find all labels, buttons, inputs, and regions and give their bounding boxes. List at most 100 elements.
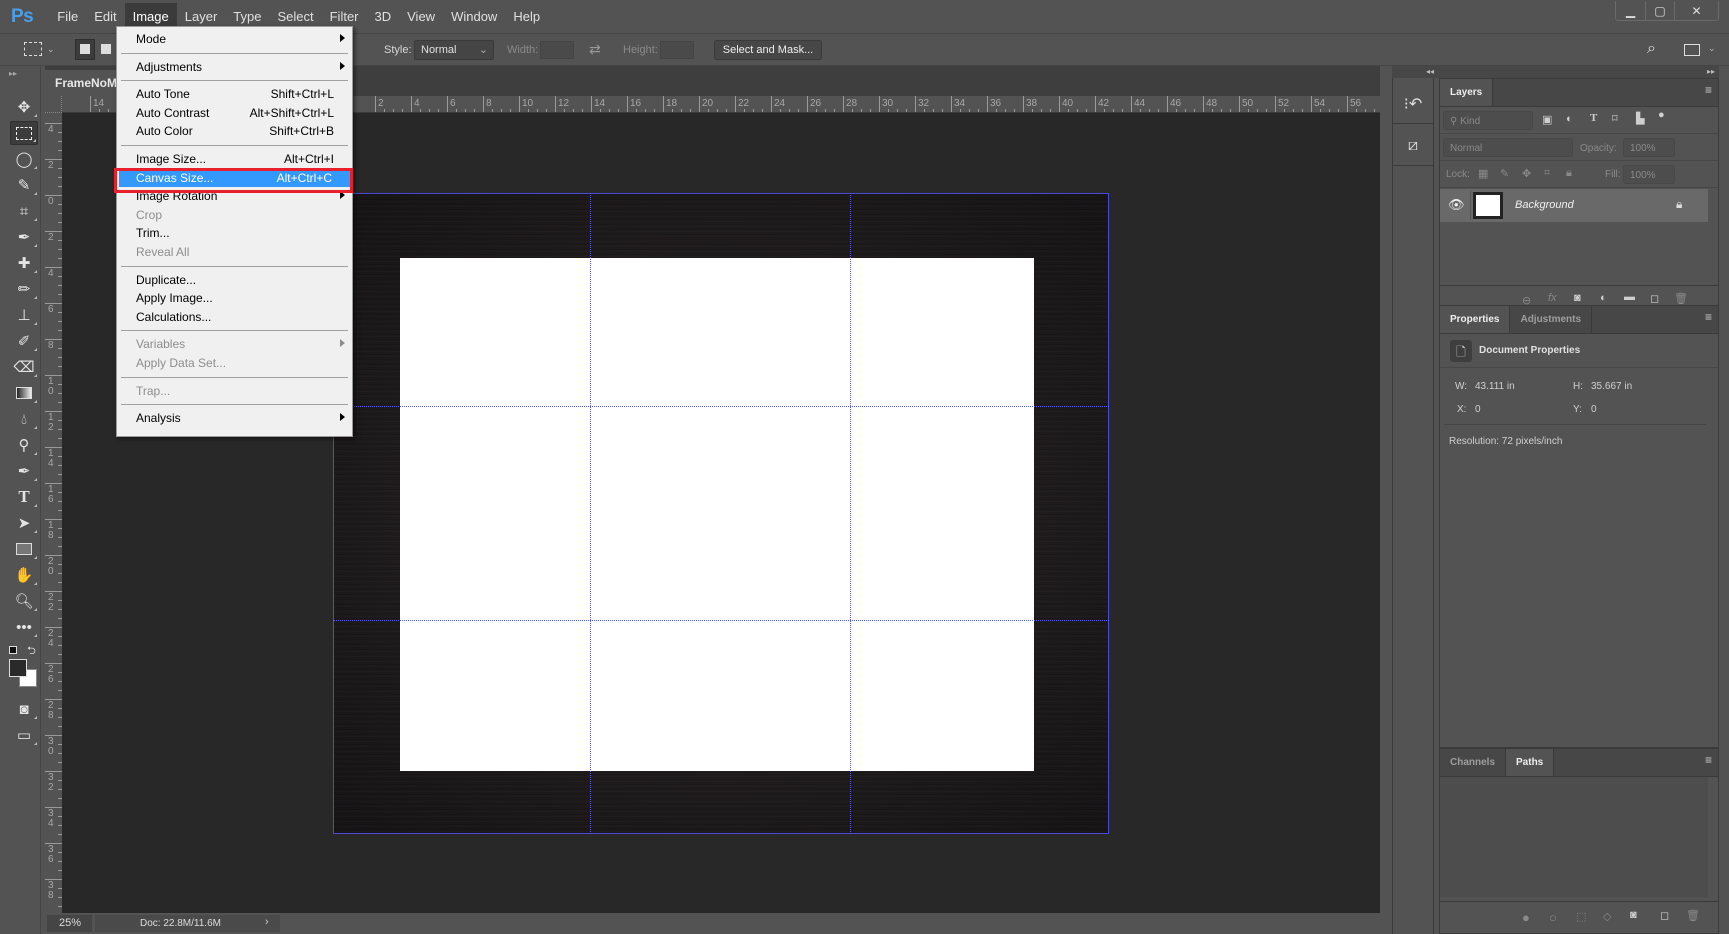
menu-item-adjustments[interactable]: Adjustments: [117, 58, 352, 76]
chevron-down-icon[interactable]: ⌄: [1708, 43, 1716, 54]
vertical-guide[interactable]: [850, 193, 851, 834]
menu-item-trap[interactable]: Trap...: [117, 382, 352, 400]
filter-toggle[interactable]: ●: [1658, 109, 1665, 121]
menu-item-mode[interactable]: Mode: [117, 30, 352, 48]
eraser-tool[interactable]: ⌫: [10, 355, 38, 379]
lock-position-icon[interactable]: ✥: [1522, 167, 1531, 180]
menu-item-reveal-all[interactable]: Reveal All: [117, 243, 352, 261]
tab-channels[interactable]: Channels: [1440, 749, 1507, 776]
select-and-mask-button[interactable]: Select and Mask...: [714, 40, 822, 60]
menu-item-auto-tone[interactable]: Auto Tone Shift+Ctrl+L: [117, 85, 352, 103]
fill-path-icon[interactable]: ●: [1522, 910, 1530, 925]
expand-icon[interactable]: ▸▸: [9, 69, 17, 78]
ruler-origin[interactable]: [45, 96, 62, 113]
rectangle-tool[interactable]: [10, 537, 38, 561]
path-selection-tool[interactable]: ➤: [10, 511, 38, 535]
crop-tool[interactable]: ⌗: [10, 199, 38, 223]
history-brush-tool[interactable]: ✐: [10, 329, 38, 353]
minimize-button[interactable]: ▁: [1616, 1, 1645, 20]
y-value[interactable]: 0: [1591, 404, 1597, 415]
workspace-icon[interactable]: [1684, 44, 1700, 56]
new-group-icon[interactable]: ▬: [1624, 291, 1635, 303]
document-tab[interactable]: FrameNoMat: [45, 70, 117, 96]
vertical-ruler[interactable]: 4 2 0 2 4 6 8 10 12 14 16 18 20 22 24 26 28 30 32 34 36 38: [45, 113, 62, 913]
lasso-tool[interactable]: ◯: [10, 147, 38, 171]
menu-item-analysis[interactable]: Analysis: [117, 409, 352, 427]
menu-item-variables[interactable]: Variables: [117, 335, 352, 353]
add-mask-icon[interactable]: ◙: [1630, 909, 1637, 921]
marquee-tool-preset-icon[interactable]: [24, 42, 42, 56]
panel-menu-icon[interactable]: ≡: [1705, 84, 1712, 96]
shape-filter-icon[interactable]: ⌑: [1612, 112, 1618, 125]
search-icon[interactable]: ⌕: [1647, 40, 1656, 58]
clone-stamp-tool[interactable]: ⊥: [10, 303, 38, 327]
blend-mode-select[interactable]: Normal: [1443, 138, 1573, 157]
lock-artboard-icon[interactable]: ⌗: [1544, 167, 1550, 180]
hand-tool[interactable]: ✋: [10, 563, 38, 587]
maximize-button[interactable]: ▢: [1645, 1, 1674, 20]
screen-mode-button[interactable]: ▭: [10, 723, 38, 747]
chevron-right-icon[interactable]: ›: [265, 916, 269, 928]
panel-menu-icon[interactable]: ≡: [1705, 754, 1712, 766]
adjustment-filter-icon[interactable]: ◐: [1566, 113, 1573, 125]
dodge-tool[interactable]: ⚲: [10, 433, 38, 457]
menu-item-image-size[interactable]: Image Size... Alt+Ctrl+I: [117, 150, 352, 168]
smart-object-filter-icon[interactable]: ▙: [1636, 112, 1644, 125]
opacity-input[interactable]: 100%: [1623, 138, 1675, 157]
lock-transparent-icon[interactable]: ▦: [1478, 167, 1488, 180]
horizontal-guide[interactable]: [333, 620, 1109, 621]
tab-properties[interactable]: Properties: [1440, 306, 1511, 333]
height-value[interactable]: 35.667 in: [1591, 381, 1632, 392]
menu-view[interactable]: View: [399, 3, 443, 30]
x-value[interactable]: 0: [1475, 404, 1481, 415]
type-tool[interactable]: T: [10, 485, 38, 509]
menu-item-apply-data-set[interactable]: Apply Data Set...: [117, 354, 352, 372]
foreground-color-swatch[interactable]: [9, 659, 27, 677]
lock-image-icon[interactable]: ✎: [1500, 167, 1509, 180]
document-info[interactable]: Doc: 22.8M/11.6M: [95, 915, 280, 932]
add-selection-icon[interactable]: [101, 44, 111, 54]
width-value[interactable]: 43.111 in: [1475, 381, 1515, 392]
new-selection-button[interactable]: [75, 39, 95, 60]
menu-window[interactable]: Window: [443, 3, 505, 30]
height-input[interactable]: [660, 41, 694, 59]
delete-path-icon[interactable]: 🗑︎: [1686, 909, 1700, 922]
new-path-icon[interactable]: ◻: [1660, 909, 1669, 922]
stroke-path-icon[interactable]: ○: [1549, 910, 1557, 925]
add-mask-icon[interactable]: ◙: [1574, 292, 1581, 304]
make-work-path-icon[interactable]: ◇: [1603, 910, 1611, 923]
load-selection-icon[interactable]: ⬚: [1576, 910, 1586, 923]
new-adjustment-icon[interactable]: ◐: [1600, 292, 1607, 304]
vertical-guide[interactable]: [590, 193, 591, 834]
swap-dimensions-icon[interactable]: ⇄: [589, 41, 601, 58]
collapse-left-icon[interactable]: ◂◂: [1426, 67, 1434, 76]
menu-item-calculations[interactable]: Calculations...: [117, 308, 352, 326]
fill-input[interactable]: 100%: [1623, 165, 1675, 184]
brush-tool[interactable]: ✏: [10, 277, 38, 301]
menu-item-duplicate[interactable]: Duplicate...: [117, 271, 352, 289]
tab-layers[interactable]: Layers: [1440, 79, 1494, 106]
new-layer-icon[interactable]: ◻: [1650, 292, 1659, 305]
move-tool[interactable]: ✥: [10, 95, 38, 119]
menu-item-auto-color[interactable]: Auto Color Shift+Ctrl+B: [117, 122, 352, 140]
menu-help[interactable]: Help: [505, 3, 548, 30]
swap-colors-icon[interactable]: ⮌: [27, 642, 36, 661]
quick-mask-button[interactable]: ◙: [10, 697, 38, 721]
close-button[interactable]: ✕: [1674, 1, 1718, 20]
filter-kind-select[interactable]: ⚲ Kind: [1443, 111, 1533, 130]
zoom-tool[interactable]: 🔍︎: [10, 589, 38, 613]
style-select[interactable]: Normal ⌄: [414, 40, 494, 60]
width-input[interactable]: [540, 41, 574, 59]
healing-brush-tool[interactable]: ✚: [10, 251, 38, 275]
delete-layer-icon[interactable]: 🗑︎: [1674, 292, 1688, 305]
tab-adjustments[interactable]: Adjustments: [1510, 306, 1593, 333]
menu-item-auto-contrast[interactable]: Auto Contrast Alt+Shift+Ctrl+L: [117, 104, 352, 122]
zoom-level-field[interactable]: 25%: [47, 915, 92, 932]
pen-tool[interactable]: ✒: [10, 459, 38, 483]
pixel-filter-icon[interactable]: ▣: [1542, 113, 1552, 126]
marquee-tool[interactable]: [10, 121, 38, 145]
layer-thumbnail[interactable]: [1473, 192, 1503, 219]
menu-item-trim[interactable]: Trim...: [117, 224, 352, 242]
panel-menu-icon[interactable]: ≡: [1705, 311, 1712, 323]
quick-selection-tool[interactable]: ✎: [10, 173, 38, 197]
